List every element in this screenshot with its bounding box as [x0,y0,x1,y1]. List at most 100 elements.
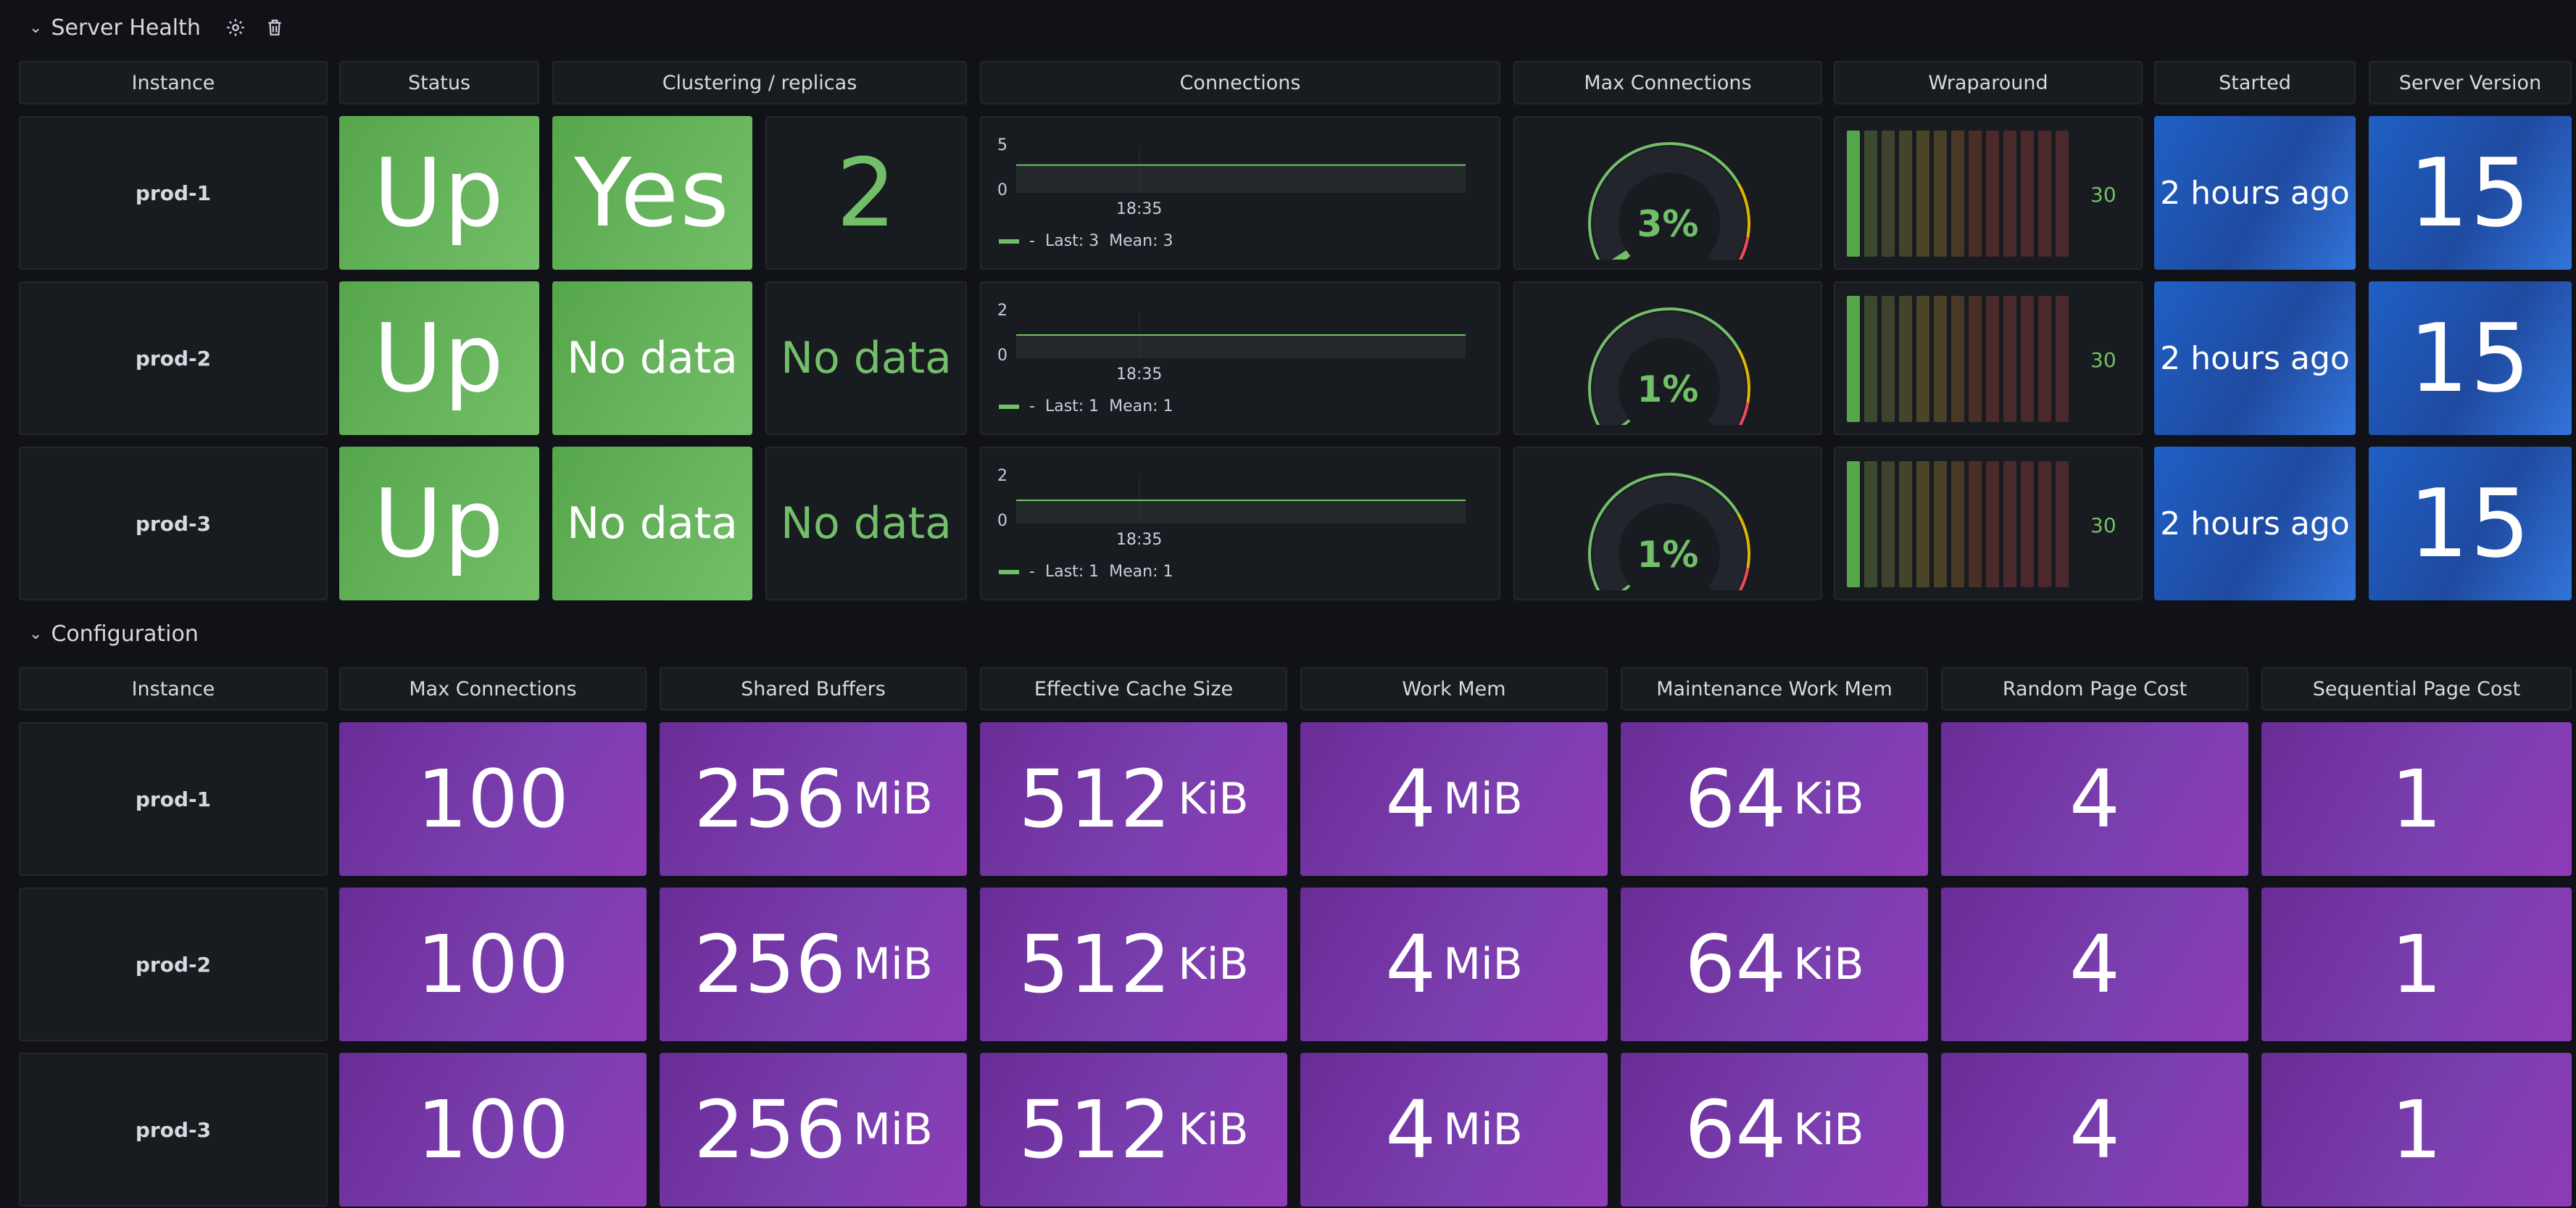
effective-cache-size-stat[interactable]: 512 KiB [980,722,1287,876]
server-health-row-header[interactable]: ⌄ Server Health [29,12,289,44]
server-version-stat[interactable]: 15 [2369,116,2572,270]
bar-segment [1882,131,1895,257]
stat-value: 4 [1385,1083,1437,1176]
chevron-down-icon[interactable]: ⌄ [29,625,42,643]
bar-segment [1847,461,1860,587]
max-connections-stat[interactable]: 100 [339,888,647,1041]
chevron-down-icon[interactable]: ⌄ [29,19,42,37]
replicas-stat[interactable]: No data [765,447,967,600]
legend-values: Last: 1 Mean: 1 [1044,563,1173,581]
maintenance-work-mem-stat[interactable]: 64 KiB [1621,722,1928,876]
stat-value: 512 [1018,1083,1171,1176]
connections-legend[interactable]: - Last: 1 Mean: 1 [999,563,1173,581]
started-stat[interactable]: 2 hours ago [2154,281,2356,435]
sequential-page-cost-stat[interactable]: 1 [2261,888,2572,1041]
bar-segment [2021,461,2034,587]
column-header-server-version[interactable]: Server Version [2369,61,2572,104]
column-header-random-page-cost[interactable]: Random Page Cost [1941,667,2248,711]
wraparound-bargauge[interactable]: 30 [1834,447,2143,600]
maintenance-work-mem-stat[interactable]: 64 KiB [1621,1053,1928,1207]
column-header-instance[interactable]: Instance [19,61,328,104]
shared-buffers-stat[interactable]: 256 MiB [660,1053,967,1207]
sequential-page-cost-stat[interactable]: 1 [2261,1053,2572,1207]
row-title: Server Health [51,15,201,41]
clustering-stat[interactable]: Yes [552,116,752,270]
column-header-connections[interactable]: Connections [980,61,1500,104]
clustering-stat[interactable]: No data [552,281,752,435]
max-connections-gauge[interactable]: 3% [1513,116,1822,270]
max-connections-stat[interactable]: 100 [339,1053,647,1207]
connections-legend[interactable]: - Last: 3 Mean: 3 [999,232,1173,250]
column-header-status[interactable]: Status [339,61,539,104]
bar-segment [2038,131,2051,257]
maintenance-work-mem-stat[interactable]: 64 KiB [1621,888,1928,1041]
shared-buffers-stat[interactable]: 256 MiB [660,722,967,876]
bar-segment [1934,131,1947,257]
server-version-stat[interactable]: 15 [2369,281,2572,435]
clustering-stat[interactable]: No data [552,447,752,600]
bar-segment [1934,296,1947,422]
random-page-cost-stat[interactable]: 4 [1941,722,2248,876]
column-header-effective-cache-size[interactable]: Effective Cache Size [980,667,1287,711]
column-header-instance[interactable]: Instance [19,667,328,711]
bar-segment [1986,296,1999,422]
connections-legend[interactable]: - Last: 1 Mean: 1 [999,397,1173,415]
x-axis-time-label: 18:35 [1116,365,1163,384]
bar-segment [1899,461,1912,587]
connections-timeseries[interactable]: 5 0 18:35 - Last: 3 Mean: 3 [980,116,1500,270]
y-axis-min-label: 0 [997,347,1007,365]
max-connections-gauge[interactable]: 1% [1513,281,1822,435]
status-stat[interactable]: Up [339,281,539,435]
bar-segment [1916,296,1929,422]
instance-cell: prod-1 [19,722,328,876]
configuration-row-header[interactable]: ⌄ Configuration [29,618,199,650]
column-header-clustering[interactable]: Clustering / replicas [552,61,967,104]
started-stat[interactable]: 2 hours ago [2154,116,2356,270]
random-page-cost-stat[interactable]: 4 [1941,1053,2248,1207]
gear-icon[interactable] [221,13,250,42]
column-header-shared-buffers[interactable]: Shared Buffers [660,667,967,711]
column-header-started[interactable]: Started [2154,61,2356,104]
replicas-stat[interactable]: No data [765,281,967,435]
legend-series-name: - [1029,397,1035,415]
y-axis-min-label: 0 [997,181,1007,199]
work-mem-stat[interactable]: 4 MiB [1300,1053,1608,1207]
effective-cache-size-stat[interactable]: 512 KiB [980,888,1287,1041]
shared-buffers-stat[interactable]: 256 MiB [660,888,967,1041]
work-mem-stat[interactable]: 4 MiB [1300,888,1608,1041]
column-header-wraparound[interactable]: Wraparound [1834,61,2143,104]
max-connections-stat[interactable]: 100 [339,722,647,876]
column-header-work-mem[interactable]: Work Mem [1300,667,1608,711]
wraparound-bargauge[interactable]: 30 [1834,116,2143,270]
random-page-cost-stat[interactable]: 4 [1941,888,2248,1041]
bar-segment [1986,461,1999,587]
bar-segment [1899,296,1912,422]
replicas-stat[interactable]: 2 [765,116,967,270]
max-connections-gauge[interactable]: 1% [1513,447,1822,600]
trash-icon[interactable] [260,13,289,42]
bar-segment [1882,296,1895,422]
started-stat[interactable]: 2 hours ago [2154,447,2356,600]
column-header-maintenance-work-mem[interactable]: Maintenance Work Mem [1621,667,1928,711]
bar-segment [1969,296,1982,422]
status-stat[interactable]: Up [339,447,539,600]
legend-values: Last: 3 Mean: 3 [1044,232,1173,250]
stat-value: 64 [1684,753,1787,845]
sequential-page-cost-stat[interactable]: 1 [2261,722,2572,876]
connections-timeseries[interactable]: 2 0 18:35 - Last: 1 Mean: 1 [980,281,1500,435]
wraparound-bargauge[interactable]: 30 [1834,281,2143,435]
column-header-max-connections[interactable]: Max Connections [1513,61,1822,104]
status-stat[interactable]: Up [339,116,539,270]
stat-unit: KiB [1793,1104,1864,1155]
server-version-stat[interactable]: 15 [2369,447,2572,600]
work-mem-stat[interactable]: 4 MiB [1300,722,1608,876]
bar-segment [1916,131,1929,257]
effective-cache-size-stat[interactable]: 512 KiB [980,1053,1287,1207]
connections-timeseries[interactable]: 2 0 18:35 - Last: 1 Mean: 1 [980,447,1500,600]
column-header-sequential-page-cost[interactable]: Sequential Page Cost [2261,667,2572,711]
stat-value: 1 [2391,918,2442,1011]
series-area-fill [1016,165,1466,193]
gauge-value-label: 1% [1637,368,1699,410]
column-header-max-connections[interactable]: Max Connections [339,667,647,711]
bar-segment [2021,131,2034,257]
